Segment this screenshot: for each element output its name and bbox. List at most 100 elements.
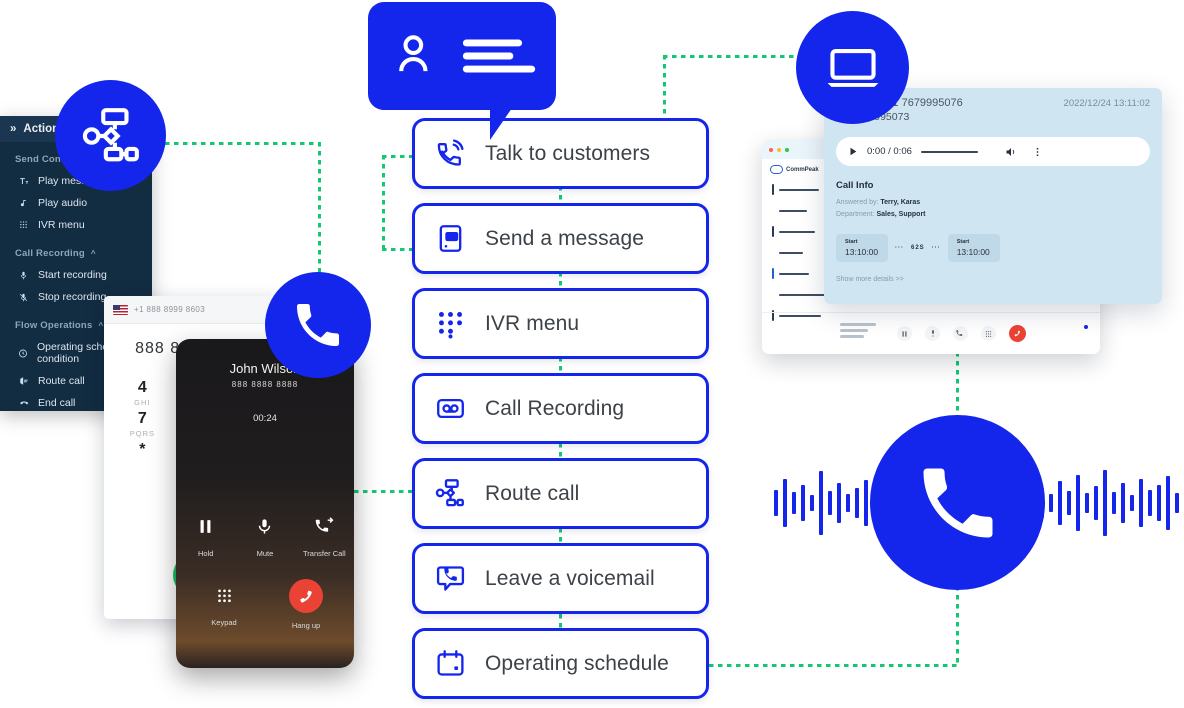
in-call-contact-number: 888 8888 8888: [231, 380, 299, 389]
dialpad-icon: [438, 312, 462, 339]
chevron-up-icon[interactable]: ^: [98, 321, 103, 330]
action-card-operating-schedule[interactable]: Operating schedule: [412, 628, 709, 699]
waveform-bar: [810, 495, 814, 511]
call-end-value: 13:10:00: [956, 246, 990, 257]
waveform-bar: [774, 490, 778, 516]
mic-off-icon: [18, 291, 29, 303]
volume-icon[interactable]: [1005, 146, 1017, 158]
hangup-icon: [1014, 330, 1020, 337]
flow-route-icon: [435, 479, 464, 507]
flow-section-header[interactable]: Call Recording ^: [0, 236, 152, 264]
browser-hangup-button[interactable]: [1009, 325, 1026, 342]
big-phone-badge: [870, 415, 1045, 590]
laptop-icon: [827, 48, 878, 87]
show-more-details-link[interactable]: Show more details >>: [824, 262, 1162, 283]
voicemail-bubble-icon: [436, 566, 464, 591]
dial-key-letters: GHI: [134, 398, 151, 407]
in-call-duration: 00:24: [253, 413, 277, 424]
contact-card-icon: [399, 35, 428, 72]
connector-left-mid-vert: [382, 155, 385, 250]
dial-key-4[interactable]: 4 GHI: [116, 378, 169, 407]
voicemail-bubble-icon: [415, 563, 485, 594]
flow-item-label: Start recording: [38, 269, 107, 281]
call-info-meta: Answered by: Terry, Karas Department: Sa…: [824, 191, 1162, 222]
audio-player[interactable]: 0:00 / 0:06: [836, 137, 1150, 166]
waveform-right: [1040, 448, 1184, 558]
waveform-bar: [1076, 475, 1080, 531]
waveform-bar: [1157, 485, 1161, 521]
play-icon[interactable]: [848, 146, 858, 157]
waveform-bar: [1103, 470, 1107, 536]
browser-transfer-button[interactable]: [953, 326, 968, 341]
flow-item-label: Route call: [38, 375, 85, 387]
answered-by-label: Answered by:: [836, 199, 879, 206]
dialer-header: +1 888 8999 8603: [104, 296, 286, 324]
clock-icon: [18, 347, 28, 359]
audio-time: 0:00 / 0:06: [867, 146, 912, 157]
flow-section-title: Call Recording: [15, 248, 85, 259]
hangup-circle[interactable]: [289, 579, 323, 613]
browser-call-controls: [897, 325, 1026, 342]
in-call-screen: John Wilson 888 8888 8888 00:24 Hold Mut…: [176, 339, 354, 668]
connector-left-mid2: [382, 248, 414, 251]
audio-progress-bar[interactable]: [920, 150, 978, 153]
card-lines-icon: [462, 39, 536, 73]
flow-item-label: Stop recording: [38, 291, 107, 303]
waveform-bar: [828, 491, 832, 515]
phone-ring-icon: [415, 138, 485, 169]
dialer-caller-id: +1 888 8999 8603: [134, 305, 206, 314]
connector-left-mid: [382, 155, 414, 158]
hero-illustration: » Actions Send Content Play message Play a…: [0, 0, 1184, 708]
flow-route-icon: [82, 107, 139, 161]
department-value: Sales, Support: [876, 211, 926, 219]
browser-hold-button[interactable]: [897, 326, 912, 341]
hangup-button[interactable]: Hang up: [279, 579, 333, 630]
status-dot: [1084, 325, 1088, 329]
music-note-icon: [20, 199, 26, 206]
dialpad-icon: [217, 589, 231, 603]
dial-key-digit: *: [139, 441, 146, 458]
route-icon: [18, 375, 29, 387]
flow-item-label: End call: [38, 397, 76, 409]
traffic-light-zoom[interactable]: [785, 147, 789, 152]
flow-item-ivr-menu[interactable]: IVR menu: [0, 214, 152, 236]
browser-mute-button[interactable]: [925, 326, 940, 341]
timeline-left-dots: ···: [895, 244, 904, 251]
phone-badge: [265, 272, 371, 378]
transfer-call-button[interactable]: Transfer Call: [297, 517, 351, 558]
waveform-bar: [1058, 481, 1062, 525]
chevron-up-icon[interactable]: ^: [91, 249, 96, 258]
keypad-label: Keypad: [211, 618, 237, 627]
traffic-light-close[interactable]: [769, 147, 773, 152]
kebab-menu-icon[interactable]: [1032, 146, 1043, 158]
action-card-label: Leave a voicemail: [485, 566, 655, 590]
in-call-controls-row-2: Keypad Hang up: [176, 579, 354, 630]
end-call-icon: [18, 397, 29, 409]
dial-key-7[interactable]: 7 PQRS: [116, 409, 169, 438]
mute-button[interactable]: Mute: [238, 517, 292, 558]
call-icon: [297, 304, 339, 346]
message-phone-icon: [439, 225, 461, 252]
department-label: Department:: [836, 211, 875, 219]
action-card-leave-a-voicemail[interactable]: Leave a voicemail: [412, 543, 709, 614]
calendar-icon: [415, 648, 485, 679]
action-card-label: IVR menu: [485, 311, 580, 335]
action-card-talk-to-customers[interactable]: Talk to customers: [412, 118, 709, 189]
text-to-speech-icon: [18, 175, 29, 187]
dial-key-*[interactable]: *: [116, 440, 169, 469]
action-card-list: Talk to customers Send a message IVR menu C…: [412, 118, 709, 708]
waveform-bar: [819, 471, 823, 535]
waveform-bar: [1148, 490, 1152, 516]
waveform-bar: [1139, 479, 1143, 527]
action-card-route-call[interactable]: Route call: [412, 458, 709, 529]
action-card-send-a-message[interactable]: Send a message: [412, 203, 709, 274]
transfer-call-label: Transfer Call: [302, 549, 346, 558]
flow-item-play-audio[interactable]: Play audio: [0, 192, 152, 214]
flow-item-start-recording[interactable]: Start recording: [0, 264, 152, 286]
browser-keypad-button[interactable]: [981, 326, 996, 341]
action-card-call-recording[interactable]: Call Recording: [412, 373, 709, 444]
action-card-ivr-menu[interactable]: IVR menu: [412, 288, 709, 359]
traffic-light-minimize[interactable]: [777, 147, 781, 152]
hold-button[interactable]: Hold: [179, 517, 233, 558]
keypad-button[interactable]: Keypad: [197, 579, 251, 630]
